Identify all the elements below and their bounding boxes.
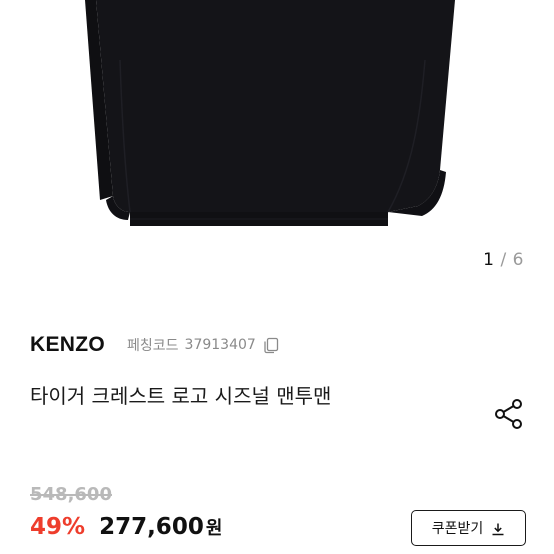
fetching-code-value: 37913407 [184, 337, 256, 353]
discount-rate: 49% [30, 514, 86, 540]
pager-total: 6 [512, 250, 524, 270]
download-icon [491, 521, 505, 536]
pager-current: 1 [483, 250, 495, 270]
pager-separator: / [500, 250, 507, 270]
gallery-pager: 1/6 [483, 250, 524, 270]
sale-price: 277,600 [99, 514, 204, 540]
coupon-download-button[interactable]: 쿠폰받기 [411, 510, 526, 546]
fetching-code-label: 페칭코드 [127, 338, 179, 354]
brand-row: KENZO 페칭코드 37913407 [30, 330, 280, 360]
product-detail-page: 1/6 KENZO 페칭코드 37913407 타이거 크레스트 로고 시즈널 … [0, 0, 554, 554]
sweatshirt-image [85, 0, 455, 226]
copy-icon[interactable] [262, 336, 280, 354]
product-title: 타이거 크레스트 로고 시즈널 맨투맨 [30, 384, 332, 408]
coupon-button-label: 쿠폰받기 [431, 521, 484, 537]
product-image[interactable] [0, 0, 554, 240]
price-row: 49% 277,600 원 [30, 514, 222, 540]
sweatshirt-body [96, 0, 455, 212]
brand-name[interactable]: KENZO [30, 333, 105, 357]
original-price: 548,600 [30, 484, 112, 505]
share-icon[interactable] [494, 398, 524, 430]
currency-unit: 원 [205, 518, 223, 539]
